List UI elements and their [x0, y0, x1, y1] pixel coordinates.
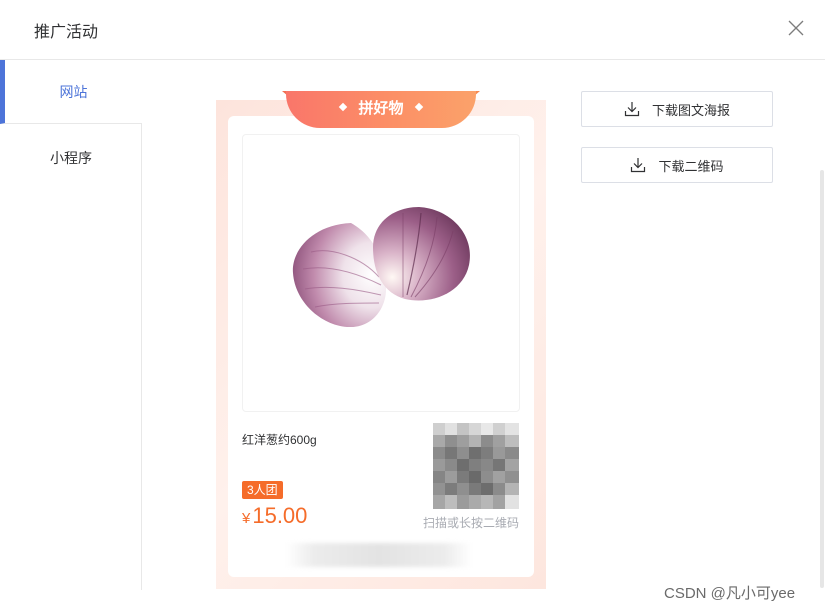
download-qr-button[interactable]: 下载二维码	[581, 147, 773, 183]
download-poster-label: 下载图文海报	[651, 102, 730, 118]
scrollbar[interactable]	[818, 170, 825, 588]
banner-ribbon: 拼好物	[286, 91, 476, 128]
product-name: 红洋葱约600g	[242, 433, 317, 447]
banner-title: 拼好物	[358, 100, 404, 117]
qr-hint: 扫描或长按二维码	[423, 516, 520, 530]
download-icon	[624, 102, 640, 117]
group-badge: 3人团	[242, 481, 283, 499]
price-currency: ¥	[242, 510, 251, 527]
dialog-header: 推广活动	[0, 0, 825, 60]
sidebar-item-website[interactable]: 网站	[0, 60, 142, 124]
scrollbar-thumb[interactable]	[820, 170, 824, 588]
product-image	[292, 207, 470, 327]
blurred-store-info	[286, 543, 472, 567]
close-icon	[788, 20, 804, 36]
qr-code	[433, 423, 519, 509]
diamond-icon	[339, 102, 348, 112]
dialog-title: 推广活动	[34, 24, 99, 41]
close-button[interactable]	[784, 16, 808, 40]
product-image-frame	[242, 134, 520, 412]
qr-code-mosaic	[433, 423, 519, 509]
sidebar-item-mini-program[interactable]: 小程序	[0, 126, 142, 190]
sidebar-item-label: 网站	[59, 84, 88, 100]
sidebar-item-label: 小程序	[50, 150, 92, 166]
download-icon	[631, 158, 646, 173]
price: ¥15.00	[242, 503, 307, 529]
sidebar: 网站 小程序	[0, 60, 142, 590]
watermark: CSDN @凡小可yee	[664, 585, 796, 602]
download-qr-label: 下载二维码	[658, 158, 724, 174]
download-poster-button[interactable]: 下载图文海报	[581, 91, 773, 127]
diamond-icon	[414, 102, 423, 112]
price-value: 15.00	[252, 503, 308, 528]
poster-banner: 拼好物	[282, 91, 480, 129]
